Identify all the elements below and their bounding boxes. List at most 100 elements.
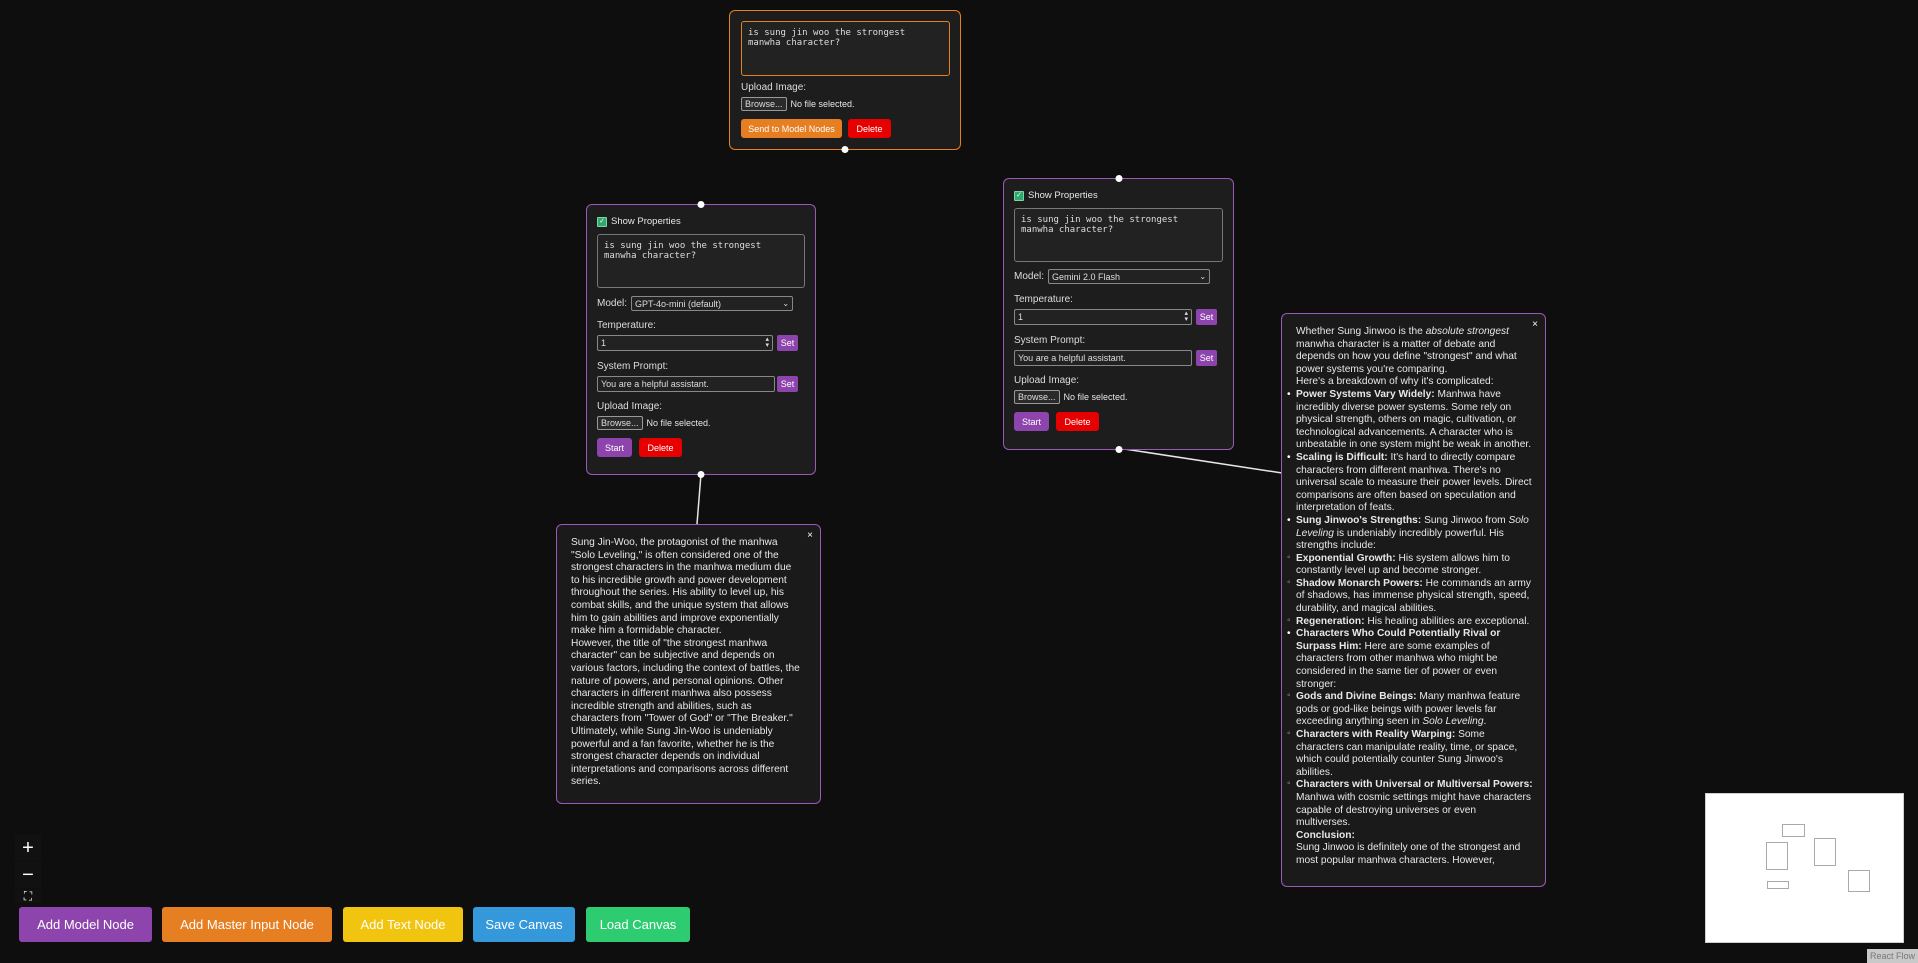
- response-paragraph: However, the title of "the strongest man…: [571, 637, 800, 788]
- model-label: Model:: [597, 298, 628, 309]
- minimap[interactable]: [1705, 793, 1904, 943]
- zoom-out-button[interactable]: −: [15, 862, 41, 888]
- checkbox-icon[interactable]: ✓: [597, 216, 607, 227]
- sub-list-item: Shadow Monarch Powers: He commands an ar…: [1287, 577, 1533, 616]
- zoom-in-button[interactable]: +: [15, 835, 41, 861]
- output-node-gemini[interactable]: × Whether Sung Jinwoo is the absolute st…: [1281, 313, 1546, 887]
- list-item-title: Regeneration:: [1296, 615, 1365, 627]
- start-button[interactable]: Start: [1014, 412, 1049, 431]
- temperature-value: 1: [601, 338, 607, 348]
- prompt-input[interactable]: is sung jin woo the strongest manwha cha…: [597, 234, 805, 288]
- intro-text: manwha character is a matter of debate a…: [1296, 338, 1517, 375]
- list-item-title: Power Systems Vary Widely:: [1296, 388, 1435, 400]
- delete-button[interactable]: Delete: [848, 119, 891, 138]
- response-intro: Whether Sung Jinwoo is the absolute stro…: [1296, 326, 1533, 376]
- system-prompt-label: System Prompt:: [597, 361, 669, 372]
- temperature-label: Temperature:: [1014, 294, 1073, 305]
- sub-list-item: Exponential Growth: His system allows hi…: [1287, 552, 1533, 578]
- conclusion-heading: Conclusion:: [1296, 829, 1355, 841]
- list-item-text: .: [1483, 716, 1487, 728]
- add-model-node-button[interactable]: Add Model Node: [19, 907, 152, 942]
- output-handle[interactable]: [697, 471, 705, 478]
- close-icon[interactable]: ×: [1532, 319, 1538, 332]
- fit-view-icon: ⛶: [23, 889, 33, 903]
- input-handle[interactable]: [1115, 175, 1122, 182]
- list-item-text: Manhwa with cosmic settings might have c…: [1296, 791, 1531, 829]
- master-input-node[interactable]: is sung jin woo the strongest manwha cha…: [729, 10, 961, 153]
- intro-emphasis: absolute strongest: [1425, 326, 1509, 337]
- conclusion-title: Conclusion:: [1296, 830, 1533, 843]
- fit-view-button[interactable]: ⛶: [15, 889, 41, 903]
- list-item: Sung Jinwoo's Strengths: Sung Jinwoo fro…: [1287, 514, 1533, 553]
- browse-button[interactable]: Browse...: [1014, 390, 1060, 404]
- delete-button[interactable]: Delete: [639, 438, 682, 457]
- upload-image-label: Upload Image:: [741, 82, 807, 93]
- delete-button[interactable]: Delete: [1056, 412, 1099, 431]
- plus-icon: +: [22, 836, 34, 859]
- model-node-gpt[interactable]: ✓ Show Properties is sung jin woo the st…: [586, 201, 816, 478]
- list-item-title: Characters with Universal or Multiversal…: [1296, 779, 1533, 791]
- list-item-title: Gods and Divine Beings:: [1296, 691, 1417, 703]
- prompt-input[interactable]: is sung jin woo the strongest manwha cha…: [1014, 208, 1223, 262]
- save-canvas-button[interactable]: Save Canvas: [473, 907, 575, 942]
- list-item-text: Sung Jinwoo from: [1421, 514, 1509, 526]
- react-flow-attribution[interactable]: React Flow: [1866, 949, 1918, 963]
- system-prompt-value: You are a helpful assistant.: [601, 379, 709, 389]
- response-list: Power Systems Vary Widely: Manhwa have i…: [1287, 388, 1533, 830]
- list-item-title: Exponential Growth:: [1296, 552, 1396, 564]
- model-select-value: Gemini 2.0 Flash: [1052, 271, 1121, 282]
- list-item-title: Characters with Reality Warping:: [1296, 729, 1456, 740]
- output-handle[interactable]: [841, 146, 849, 153]
- sub-list-item: Gods and Divine Beings: Many manhwa feat…: [1287, 690, 1533, 729]
- minus-icon: −: [22, 863, 34, 886]
- master-prompt-input[interactable]: is sung jin woo the strongest manwha cha…: [741, 21, 950, 76]
- browse-button[interactable]: Browse...: [597, 416, 643, 430]
- system-prompt-input[interactable]: You are a helpful assistant.: [597, 376, 775, 392]
- set-system-prompt-button[interactable]: Set: [777, 376, 798, 392]
- response-paragraph: Sung Jin-Woo, the protagonist of the man…: [571, 537, 792, 637]
- file-status: No file selected.: [790, 99, 855, 109]
- model-node-gemini[interactable]: ✓ Show Properties is sung jin woo the st…: [1003, 175, 1234, 453]
- input-handle[interactable]: [697, 201, 705, 208]
- upload-image-label: Upload Image:: [597, 401, 663, 412]
- checkbox-icon[interactable]: ✓: [1014, 190, 1024, 201]
- spinner-icon[interactable]: ▴ ▾: [1184, 310, 1188, 323]
- system-prompt-label: System Prompt:: [1014, 335, 1086, 346]
- output-handle[interactable]: [1115, 446, 1122, 453]
- add-master-input-node-button[interactable]: Add Master Input Node: [162, 907, 332, 942]
- output-node-gpt[interactable]: × Sung Jin-Woo, the protagonist of the m…: [556, 524, 821, 804]
- system-prompt-value: You are a helpful assistant.: [1018, 353, 1126, 363]
- sub-list-item: Regeneration: His healing abilities are …: [1287, 615, 1533, 629]
- show-properties-checkbox[interactable]: ✓ Show Properties: [597, 216, 681, 227]
- show-properties-label: Show Properties: [1028, 190, 1098, 201]
- show-properties-checkbox[interactable]: ✓ Show Properties: [1014, 190, 1098, 201]
- close-icon[interactable]: ×: [807, 530, 813, 543]
- browse-button[interactable]: Browse...: [741, 97, 787, 111]
- spinner-icon[interactable]: ▴ ▾: [765, 336, 769, 349]
- minimap-node: [1767, 881, 1789, 889]
- set-temperature-button[interactable]: Set: [1196, 309, 1217, 325]
- set-system-prompt-button[interactable]: Set: [1196, 350, 1217, 366]
- edge-gpt-output: [696, 473, 702, 525]
- temperature-input[interactable]: 1 ▴ ▾: [597, 335, 773, 351]
- model-select[interactable]: Gemini 2.0 Flash ⌄: [1048, 269, 1211, 284]
- list-item: Characters Who Could Potentially Rival o…: [1287, 628, 1533, 691]
- temperature-input[interactable]: 1 ▴ ▾: [1014, 309, 1192, 325]
- chevron-down-icon: ⌄: [1199, 272, 1207, 281]
- temperature-label: Temperature:: [597, 320, 656, 331]
- load-canvas-button[interactable]: Load Canvas: [586, 907, 690, 942]
- model-select[interactable]: GPT-4o-mini (default) ⌄: [631, 296, 794, 311]
- list-item-text: His healing abilities are exceptional.: [1364, 615, 1530, 627]
- add-text-node-button[interactable]: Add Text Node: [343, 907, 463, 942]
- start-button[interactable]: Start: [597, 438, 632, 457]
- system-prompt-input[interactable]: You are a helpful assistant.: [1014, 350, 1192, 366]
- file-status: No file selected.: [1063, 392, 1128, 402]
- edge-gemini-output: [1117, 447, 1283, 474]
- minimap-node: [1782, 824, 1805, 837]
- set-temperature-button[interactable]: Set: [777, 335, 798, 351]
- list-item-emphasis: Solo Leveling: [1422, 716, 1484, 728]
- list-item: Power Systems Vary Widely: Manhwa have i…: [1287, 388, 1533, 452]
- sub-list-item: Characters with Universal or Multiversal…: [1287, 778, 1533, 829]
- conclusion-text: Sung Jinwoo is definitely one of the str…: [1296, 842, 1521, 866]
- send-to-model-nodes-button[interactable]: Send to Model Nodes: [741, 119, 842, 138]
